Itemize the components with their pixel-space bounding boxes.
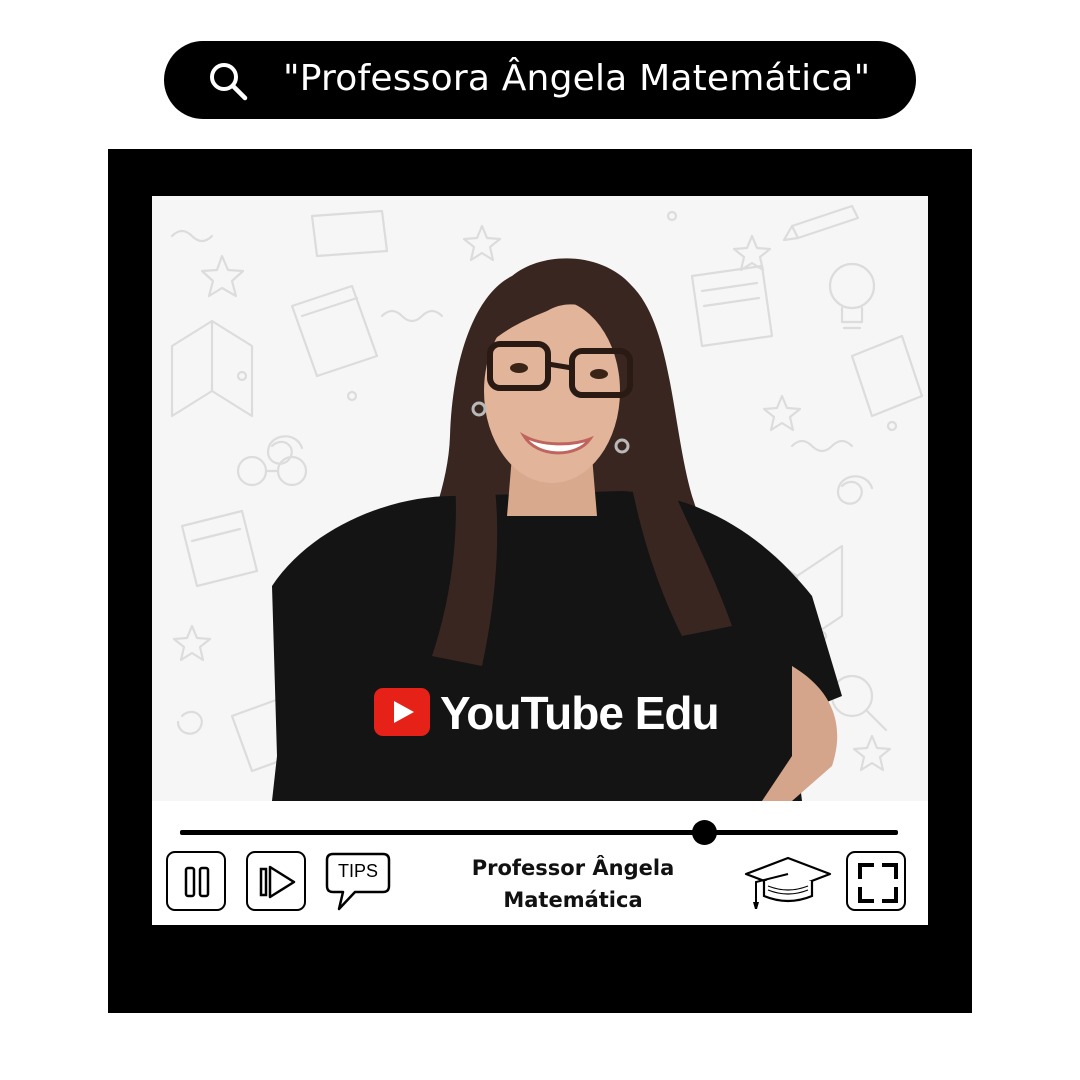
fullscreen-icon	[858, 863, 898, 903]
video-title-line1: Professor Ângela	[471, 856, 675, 880]
next-button[interactable]	[246, 851, 306, 911]
video-title: Professor Ângela Matemática	[458, 852, 688, 916]
fullscreen-button[interactable]	[846, 851, 906, 911]
next-icon	[259, 865, 296, 899]
tips-button[interactable]: TIPS	[325, 852, 391, 912]
shirt-logo-text: YouTube Edu	[440, 687, 720, 739]
pause-button[interactable]	[166, 851, 226, 911]
progress-knob[interactable]	[691, 820, 717, 845]
graduation-cap-icon	[744, 856, 832, 909]
pause-icon	[184, 866, 210, 898]
tips-label: TIPS	[337, 861, 378, 881]
search-query[interactable]: "Professora Ângela Matemática"	[283, 56, 870, 102]
search-icon[interactable]	[207, 60, 249, 102]
progress-bar[interactable]	[180, 830, 898, 835]
video-title-line2: Matemática	[503, 888, 643, 912]
